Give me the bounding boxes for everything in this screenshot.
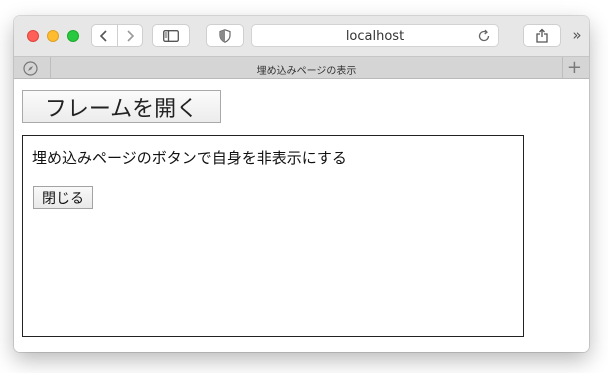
forward-button[interactable] [116, 25, 143, 46]
plus-icon: + [566, 57, 582, 78]
sidebar-button[interactable] [152, 24, 190, 47]
browser-toolbar: localhost » [14, 16, 589, 56]
tab-bar: 埋め込みページの表示 + [14, 56, 589, 79]
compass-icon[interactable] [23, 61, 38, 76]
double-chevron-right-icon: » [572, 26, 582, 44]
embedded-frame-text: 埋め込みページのボタンで自身を非表示にする [32, 149, 347, 167]
privacy-report-button[interactable] [206, 24, 244, 47]
reload-icon[interactable] [477, 29, 491, 43]
share-icon [536, 28, 548, 43]
more-toolbar-button[interactable]: » [569, 26, 585, 44]
chevron-left-icon [100, 29, 107, 42]
address-text: localhost [345, 29, 405, 44]
address-bar[interactable]: localhost [251, 24, 499, 47]
close-window-button[interactable] [27, 30, 39, 42]
tab-divider [562, 57, 563, 79]
navigation-buttons [91, 24, 143, 47]
page-content: フレームを開く 埋め込みページのボタンで自身を非表示にする 閉じる [14, 79, 589, 352]
share-button[interactable] [523, 24, 561, 47]
sidebar-icon [163, 29, 179, 42]
tab-active[interactable]: 埋め込みページの表示 [50, 62, 563, 77]
close-frame-button[interactable]: 閉じる [33, 186, 93, 209]
back-button[interactable] [92, 25, 117, 46]
open-frame-button[interactable]: フレームを開く [22, 90, 221, 123]
shield-icon [219, 28, 231, 43]
zoom-window-button[interactable] [67, 30, 79, 42]
new-tab-button[interactable]: + [567, 58, 582, 78]
embedded-frame: 埋め込みページのボタンで自身を非表示にする 閉じる [22, 135, 524, 337]
browser-window: localhost » 埋め込みページの表示 + フレームを開く 埋め込みページ… [14, 16, 589, 352]
minimize-window-button[interactable] [47, 30, 59, 42]
chevron-right-icon [127, 29, 134, 42]
